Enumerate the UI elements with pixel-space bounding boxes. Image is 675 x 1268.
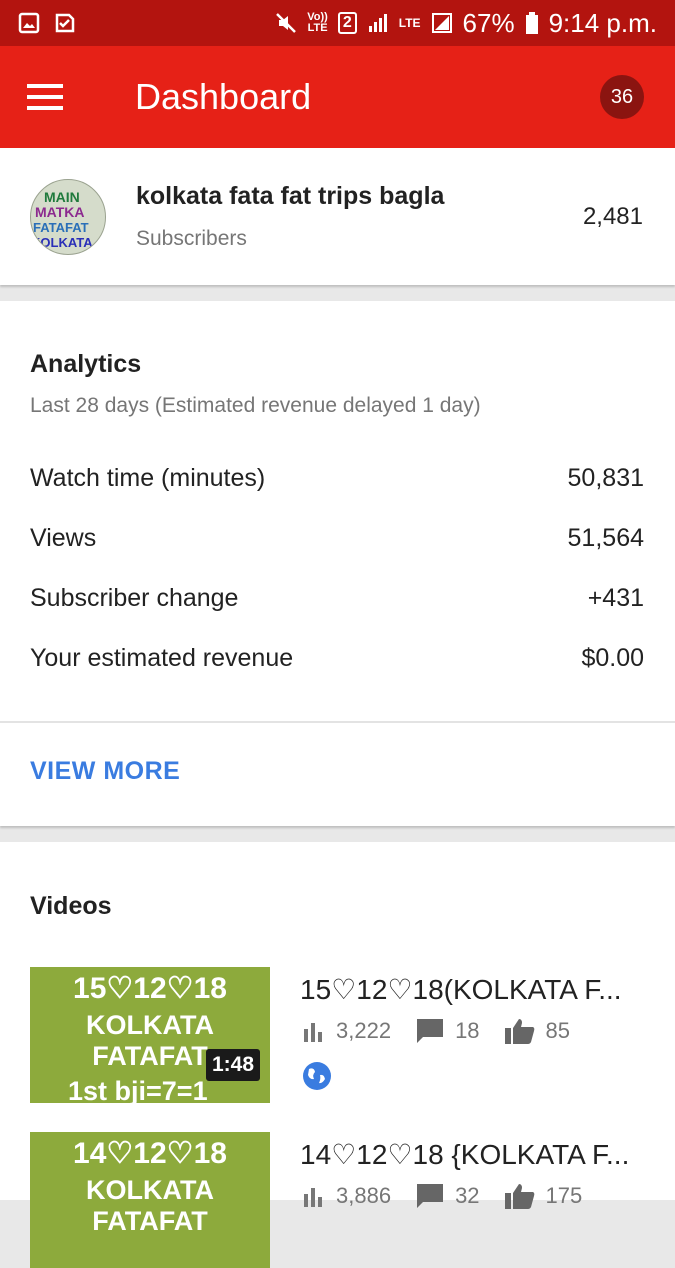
thumb-text: 15♡12♡18: [73, 972, 227, 1005]
channel-name: kolkata fata fat trips bagla: [136, 182, 445, 210]
video-thumbnail[interactable]: 15♡12♡18 KOLKATA FATAFAT 1st bji=7=1 1:4…: [30, 967, 270, 1103]
analytics-card: Analytics Last 28 days (Estimated revenu…: [0, 301, 675, 826]
comment-icon: [417, 1019, 444, 1043]
battery-icon: [525, 12, 538, 34]
menu-icon[interactable]: [27, 84, 63, 110]
thumb-text: KOLKATA FATAFAT: [86, 1175, 214, 1236]
videos-title: Videos: [30, 892, 112, 920]
mute-icon: [276, 13, 297, 33]
task-check-icon: [55, 13, 75, 33]
metric-value: $0.00: [581, 644, 644, 672]
video-stats: 3,886 32 175: [302, 1182, 606, 1210]
signal-icon: [368, 14, 387, 32]
video-stats: 3,222 18 85: [302, 1017, 594, 1045]
video-item[interactable]: 15♡12♡18 KOLKATA FATAFAT 1st bji=7=1 1:4…: [30, 967, 650, 1103]
likes-count: 175: [545, 1183, 583, 1208]
metric-label: Views: [30, 524, 97, 552]
video-title[interactable]: 15♡12♡18(KOLKATA F...: [300, 973, 650, 1006]
analytics-title: Analytics: [30, 350, 142, 378]
avatar-text: MAIN: [44, 188, 80, 205]
thumbs-up-icon: [504, 1019, 534, 1044]
subscribers-label: Subscribers: [136, 227, 247, 250]
app-bar: Dashboard 36: [0, 46, 675, 148]
divider: [0, 721, 675, 723]
video-title[interactable]: 14♡12♡18 {KOLKATA F...: [300, 1138, 650, 1171]
avatar-text: FATAFAT: [33, 219, 89, 235]
gallery-icon: [18, 12, 40, 34]
video-thumbnail[interactable]: 14♡12♡18 KOLKATA FATAFAT: [30, 1132, 270, 1268]
page-title: Dashboard: [135, 76, 312, 117]
analytics-subtitle: Last 28 days (Estimated revenue delayed …: [30, 394, 481, 417]
view-more-button[interactable]: VIEW MORE: [30, 757, 180, 786]
notification-badge[interactable]: 36: [600, 75, 644, 119]
views-chart-icon: [304, 1188, 322, 1207]
volte-icon: Vo)) LTE: [307, 11, 328, 34]
avatar-text: MATKA: [35, 203, 85, 220]
views-chart-icon: [304, 1023, 322, 1042]
channel-card[interactable]: MAIN MATKA FATAFAT KOLKATA kolkata fata …: [0, 148, 675, 285]
metric-row-subscriber-change: Subscriber change +431: [30, 584, 644, 613]
comment-icon: [417, 1184, 444, 1208]
metric-row-revenue: Your estimated revenue $0.00: [30, 644, 644, 673]
video-item[interactable]: 14♡12♡18 KOLKATA FATAFAT 14♡12♡18 {KOLKA…: [30, 1132, 650, 1268]
comments-count: 32: [455, 1183, 480, 1208]
views-count: 3,886: [336, 1183, 392, 1208]
metric-value: 51,564: [567, 524, 644, 552]
metric-value: +431: [587, 584, 644, 612]
battery-percent: 67%: [462, 7, 515, 38]
lte-icon: LTE: [398, 16, 421, 30]
subscribers-count: 2,481: [582, 202, 643, 230]
likes-count: 85: [545, 1018, 571, 1043]
metric-label: Watch time (minutes): [30, 464, 266, 492]
thumbs-up-icon: [504, 1184, 534, 1209]
status-bar: Vo)) LTE 2 LTE 67% 9:14 p.m.: [0, 0, 675, 46]
clock: 9:14 p.m.: [548, 7, 657, 38]
video-duration: 1:48: [206, 1049, 261, 1081]
thumb-text: 14♡12♡18: [73, 1137, 227, 1170]
videos-card: Videos 15♡12♡18 KOLKATA FATAFAT 1st bji=…: [0, 842, 675, 1268]
comments-count: 18: [455, 1018, 480, 1043]
metric-row-views: Views 51,564: [30, 524, 644, 553]
views-count: 3,222: [336, 1018, 392, 1043]
avatar: MAIN MATKA FATAFAT KOLKATA: [30, 178, 106, 255]
public-globe-icon: [303, 1062, 331, 1090]
metric-label: Subscriber change: [30, 584, 239, 612]
metric-row-watch-time: Watch time (minutes) 50,831: [30, 464, 644, 493]
avatar-text: KOLKATA: [31, 234, 93, 250]
signal-box-icon: [431, 13, 452, 33]
sim-badge: 2: [337, 12, 357, 34]
metric-label: Your estimated revenue: [30, 644, 294, 672]
metric-value: 50,831: [567, 464, 644, 492]
